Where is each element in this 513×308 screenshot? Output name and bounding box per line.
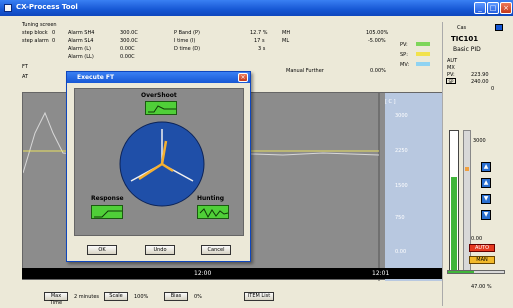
legend-pv-swatch	[416, 42, 430, 46]
up-button[interactable]: ▲	[481, 178, 491, 188]
limit-name: MH	[282, 30, 291, 36]
tuning-dial[interactable]	[117, 119, 207, 209]
ok-button[interactable]: OK	[87, 245, 117, 255]
at-label: AT	[22, 74, 29, 80]
app-icon	[4, 4, 12, 12]
pid-value: 12.7 %	[250, 30, 268, 36]
max-time-value: 2 minutes	[74, 294, 100, 300]
manual-value: 0.00%	[370, 68, 386, 74]
dialog-title-bar: Execute FT ×	[67, 72, 250, 83]
manual-label: Manual Further	[286, 68, 324, 74]
right-row-label: MX	[447, 65, 455, 71]
pid-name: I time (I)	[174, 38, 196, 44]
overshoot-label: OverShoot	[141, 92, 177, 99]
close-button[interactable]: ×	[500, 2, 512, 14]
limit-value: 105.00%	[366, 30, 389, 36]
legend-mv-label: MV:	[400, 62, 410, 68]
pv-bar-frame	[449, 130, 459, 274]
item-list-button[interactable]: ITEM List	[244, 292, 274, 301]
legend-mv-swatch	[416, 62, 430, 66]
execute-ft-dialog: Execute FT × OverShoot Response Hunting …	[66, 71, 251, 262]
time-label: 12:01	[372, 270, 390, 277]
legend-sp-label: SP:	[400, 52, 408, 58]
info-row-d: 0.00C	[120, 46, 135, 52]
dialog-title: Execute FT	[77, 74, 115, 81]
axis-label: 0.00	[395, 249, 407, 255]
pid-name: P Band (P)	[174, 30, 200, 36]
info-row-c: Alarm (LL)	[68, 54, 94, 60]
legend-sp-swatch	[416, 52, 430, 56]
info-row-d: 300.0C	[120, 38, 138, 44]
sp-bar-frame	[463, 130, 471, 274]
info-row-a: step block	[22, 30, 48, 36]
scale-button[interactable]: Scale	[104, 292, 128, 301]
axis-label: 2250	[395, 148, 408, 154]
axis-label: 1500	[395, 183, 408, 189]
overshoot-graph[interactable]	[145, 101, 177, 115]
down-button[interactable]: ▼	[481, 194, 491, 204]
time-label: 12:00	[194, 270, 212, 277]
auto-button[interactable]: AUTO	[469, 244, 495, 252]
info-row-a: step alarm	[22, 38, 49, 44]
bias-value: 0%	[194, 294, 202, 300]
screen-label: Tuning screen	[22, 22, 57, 28]
mv-band	[385, 93, 443, 281]
down-fast-button[interactable]: ▼	[481, 210, 491, 220]
mv-value: 47.00 %	[471, 284, 492, 290]
maximize-button[interactable]: □	[487, 2, 499, 14]
info-row-b: 0	[52, 38, 56, 44]
up-fast-button[interactable]: ▲	[481, 162, 491, 172]
ft-label: FT	[22, 64, 28, 70]
axis-header: [ C ]	[385, 99, 396, 105]
pv-bar-fill	[451, 177, 457, 273]
pid-value: 3 s	[258, 46, 266, 52]
axis-label: 3000	[395, 113, 408, 119]
mv-slider-fill	[448, 271, 474, 273]
info-row-c: Alarm SL4	[68, 38, 94, 44]
sp-value: 240.00	[471, 79, 489, 85]
zero-value: 0	[491, 86, 495, 92]
legend-pv-label: PV:	[400, 42, 408, 48]
hunting-graph[interactable]	[197, 205, 229, 219]
time-axis: 12:00 12:01	[22, 268, 442, 279]
response-label: Response	[91, 195, 124, 202]
pid-name: D time (D)	[174, 46, 201, 52]
bias-button[interactable]: Bias	[164, 292, 188, 301]
tag-name: TIC101	[451, 35, 479, 43]
title-bar: CX-Process Tool _ □ ×	[0, 0, 513, 16]
info-row-c: Alarm SH4	[68, 30, 95, 36]
limit-value: -5.00%	[368, 38, 386, 44]
minimize-button[interactable]: _	[474, 2, 486, 14]
info-row-b: 0	[52, 30, 56, 36]
pid-value: 17 s	[254, 38, 265, 44]
info-row-c: Alarm (L)	[68, 46, 91, 52]
dialog-close-button[interactable]: ×	[238, 73, 248, 82]
scale-value: 100%	[134, 294, 149, 300]
response-graph[interactable]	[91, 205, 123, 219]
mode-label: Cas	[457, 25, 467, 31]
sp-button[interactable]: SP	[446, 78, 456, 84]
pv-value: 223.90	[471, 72, 489, 78]
info-row-d: 300.0C	[120, 30, 138, 36]
hunting-label: Hunting	[197, 195, 225, 202]
sp-marker	[465, 167, 469, 171]
faceplate-panel: Cas TIC101 Basic PID AUT MX PV: 223.90 S…	[442, 22, 511, 306]
info-row-d: 0.00C	[120, 54, 135, 60]
man-button[interactable]: MAN	[469, 256, 495, 264]
bar-top-label: 3000	[473, 138, 486, 144]
undo-button[interactable]: Undo	[145, 245, 175, 255]
mode-indicator[interactable]	[495, 24, 503, 31]
limit-name: ML	[282, 38, 290, 44]
tag-type: Basic PID	[453, 46, 481, 53]
window-title: CX-Process Tool	[16, 3, 78, 11]
bar-mid-label: 0.00	[471, 236, 483, 242]
right-row-label: AUT	[447, 58, 458, 64]
axis-label: 750	[395, 215, 405, 221]
tuning-dial-panel: OverShoot Response Hunting	[74, 88, 244, 236]
cancel-button[interactable]: Cancel	[201, 245, 231, 255]
mv-slider[interactable]	[447, 270, 505, 274]
max-time-button[interactable]: Max Time	[44, 292, 68, 306]
